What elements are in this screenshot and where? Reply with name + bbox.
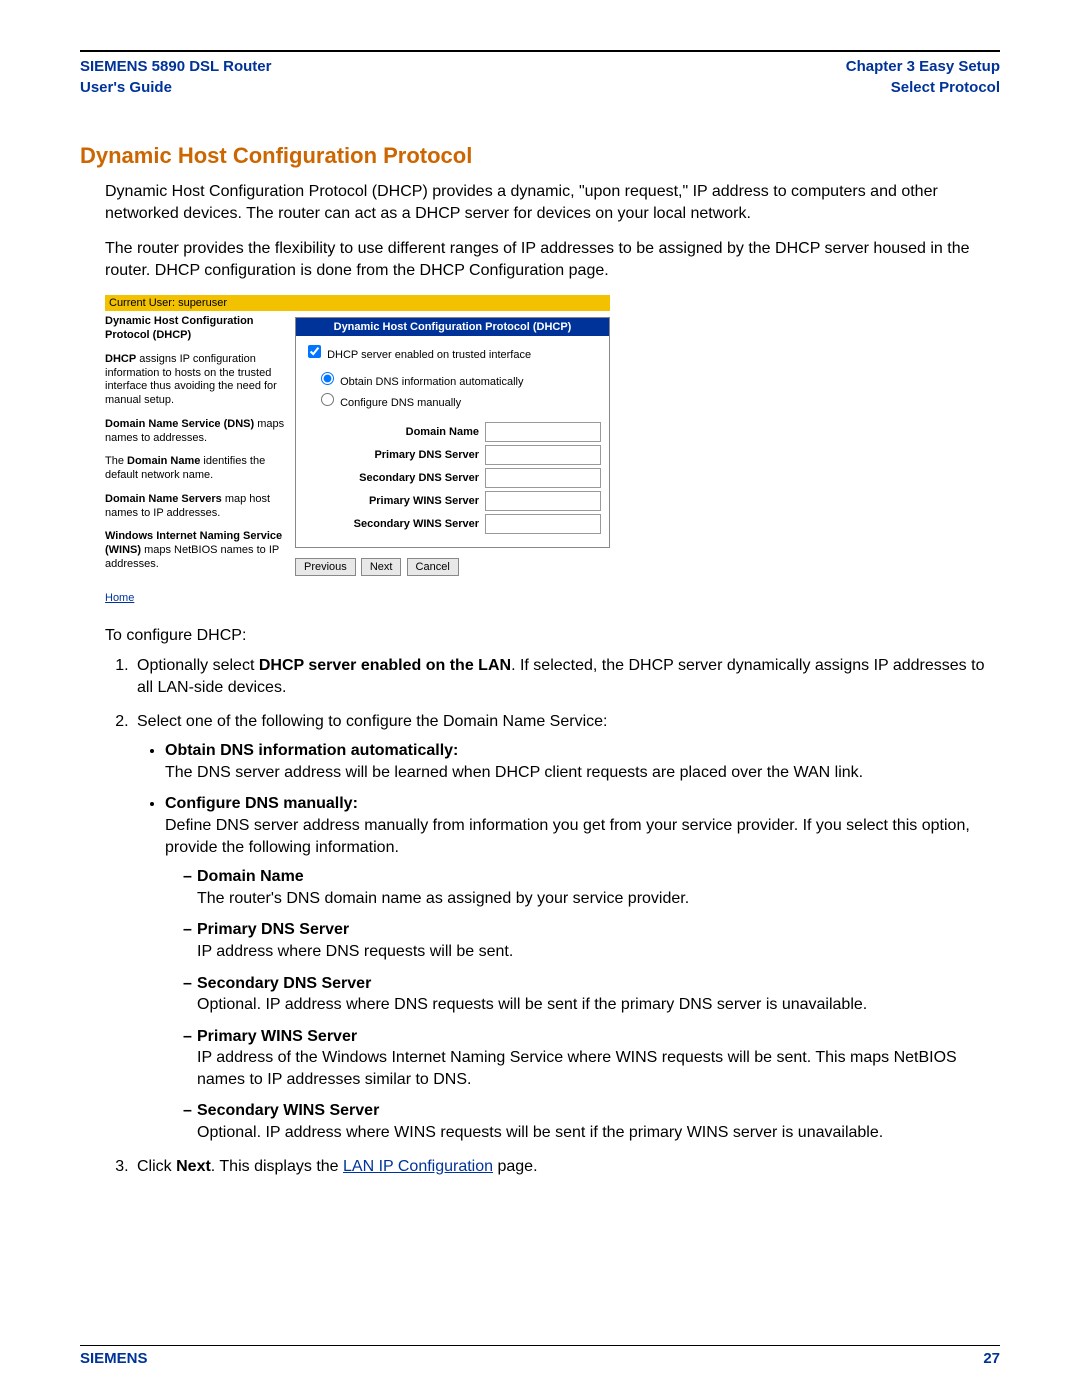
next-button[interactable]: Next — [361, 558, 402, 576]
dash-primary-dns: Primary DNS ServerIP address where DNS r… — [183, 919, 1000, 962]
dns-manual-radio[interactable] — [321, 393, 334, 406]
dash-domain-name: Domain NameThe router's DNS domain name … — [183, 866, 1000, 909]
primary-wins-input[interactable] — [485, 491, 601, 511]
intro-line: To configure DHCP: — [105, 627, 1000, 645]
dash-primary-wins: Primary WINS ServerIP address of the Win… — [183, 1026, 1000, 1091]
header-guide: User's Guide — [80, 77, 271, 98]
domain-name-label: Domain Name — [304, 426, 479, 438]
secondary-wins-label: Secondary WINS Server — [304, 518, 479, 530]
header-chapter: Chapter 3 Easy Setup — [846, 56, 1000, 77]
help-sidebar: Dynamic Host Configuration Protocol (DHC… — [105, 311, 295, 609]
previous-button[interactable]: Previous — [295, 558, 356, 576]
dash-secondary-wins: Secondary WINS ServerOptional. IP addres… — [183, 1100, 1000, 1143]
current-user-bar: Current User: superuser — [105, 295, 610, 311]
dash-secondary-dns: Secondary DNS ServerOptional. IP address… — [183, 973, 1000, 1016]
steps-list: Optionally select DHCP server enabled on… — [105, 655, 1000, 1177]
secondary-dns-input[interactable] — [485, 468, 601, 488]
footer-brand: SIEMENS — [80, 1350, 148, 1367]
bullet-dns-auto: Obtain DNS information automatically: Th… — [165, 740, 1000, 783]
sidebar-title: Dynamic Host Configuration Protocol (DHC… — [105, 315, 254, 341]
cancel-button[interactable]: Cancel — [407, 558, 459, 576]
step-3: Click Next. This displays the LAN IP Con… — [133, 1156, 1000, 1178]
secondary-dns-label: Secondary DNS Server — [304, 472, 479, 484]
dns-manual-label: Configure DNS manually — [340, 397, 461, 409]
dhcp-enabled-checkbox[interactable] — [308, 345, 321, 358]
page-header: SIEMENS 5890 DSL Router User's Guide Cha… — [80, 56, 1000, 98]
dns-auto-label: Obtain DNS information automatically — [340, 376, 523, 388]
lan-ip-config-link[interactable]: LAN IP Configuration — [343, 1158, 493, 1175]
footer-page-number: 27 — [983, 1350, 1000, 1367]
header-product: SIEMENS 5890 DSL Router — [80, 56, 271, 77]
home-link[interactable]: Home — [105, 592, 134, 606]
step-2: Select one of the following to configure… — [133, 711, 1000, 1144]
header-rule — [80, 50, 1000, 52]
dns-auto-radio[interactable] — [321, 372, 334, 385]
primary-dns-input[interactable] — [485, 445, 601, 465]
domain-name-input[interactable] — [485, 422, 601, 442]
section-title: Dynamic Host Configuration Protocol — [80, 143, 1000, 169]
secondary-wins-input[interactable] — [485, 514, 601, 534]
step-1: Optionally select DHCP server enabled on… — [133, 655, 1000, 698]
paragraph-2: The router provides the flexibility to u… — [80, 238, 1000, 281]
primary-dns-label: Primary DNS Server — [304, 449, 479, 461]
paragraph-1: Dynamic Host Configuration Protocol (DHC… — [80, 181, 1000, 224]
header-section: Select Protocol — [846, 77, 1000, 98]
dhcp-config-screenshot: Current User: superuser Dynamic Host Con… — [105, 295, 610, 609]
dhcp-form-box: Dynamic Host Configuration Protocol (DHC… — [295, 317, 610, 548]
dhcp-box-title: Dynamic Host Configuration Protocol (DHC… — [296, 318, 609, 336]
page-footer: SIEMENS 27 — [80, 1345, 1000, 1367]
primary-wins-label: Primary WINS Server — [304, 495, 479, 507]
bullet-dns-manual: Configure DNS manually: Define DNS serve… — [165, 793, 1000, 1143]
dhcp-enabled-label: DHCP server enabled on trusted interface — [327, 349, 531, 361]
